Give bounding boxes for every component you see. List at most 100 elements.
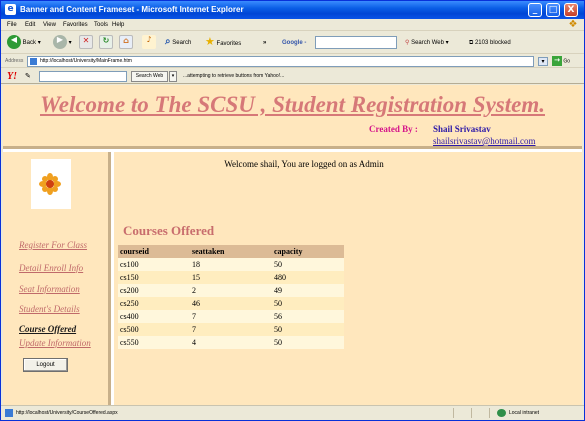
home-icon: ⌂: [119, 35, 133, 50]
address-label: Address: [5, 58, 24, 64]
ie-icon: e: [5, 4, 16, 15]
toolbar-overflow-button[interactable]: »: [263, 35, 266, 51]
table-header-row: courseid seattaken capacity: [118, 245, 344, 258]
menu-tools[interactable]: Tools: [94, 20, 108, 30]
yahoo-logo[interactable]: Y!: [7, 70, 17, 83]
maximize-button[interactable]: □: [546, 3, 560, 17]
cell-courseid: cs250: [118, 297, 190, 310]
search-button[interactable]: ⌕ Search: [165, 35, 191, 51]
table-row: cs500 7 50: [118, 323, 344, 336]
table-row: cs550 4 50: [118, 336, 344, 349]
yahoo-search-dropdown-icon[interactable]: ▾: [169, 71, 177, 82]
column-header-courseid: courseid: [118, 245, 190, 258]
toolbar: ◀ Back ▾ ▶ ▾ ✕ ↻ ⌂ ♪ ⌕ Search ★ Favorite…: [1, 32, 584, 54]
welcome-message: Welcome shail, You are logged on as Admi…: [224, 159, 384, 169]
nav-detail-enroll-info[interactable]: Detail Enroll Info: [19, 263, 107, 273]
nav-frame: Register For Class Detail Enroll Info Se…: [3, 152, 111, 405]
popup-blocker[interactable]: ⧉ 2103 blocked: [469, 35, 511, 51]
table-row: cs250 46 50: [118, 297, 344, 310]
page-status-icon: [5, 409, 13, 417]
table-row: cs400 7 56: [118, 310, 344, 323]
back-button[interactable]: ◀ Back ▾: [7, 35, 41, 51]
popup-blocker-icon: ⧉: [469, 40, 474, 46]
google-search-input[interactable]: [315, 36, 397, 49]
intranet-zone-icon: [497, 409, 506, 417]
table-row: cs200 2 49: [118, 284, 344, 297]
cell-courseid: cs500: [118, 323, 190, 336]
forward-dropdown-icon: ▾: [68, 40, 72, 46]
favorites-label: Favorites: [216, 41, 242, 47]
menu-edit[interactable]: Edit: [25, 20, 35, 30]
nav-seat-information[interactable]: Seat Information: [19, 284, 107, 294]
search-web-dropdown-icon: ▾: [445, 40, 449, 46]
favorites-button[interactable]: ★ Favorites: [205, 35, 241, 51]
back-dropdown-icon: ▾: [37, 40, 41, 46]
author-email-link[interactable]: shailsrivastav@hotmail.com: [433, 136, 536, 147]
address-dropdown-icon[interactable]: ▾: [538, 57, 548, 66]
forward-button[interactable]: ▶ ▾: [53, 35, 72, 51]
status-divider: [489, 408, 490, 418]
home-button[interactable]: ⌂: [119, 35, 133, 51]
pencil-icon[interactable]: ✎: [25, 71, 31, 82]
title-bar: e Banner and Content Frameset - Microsof…: [1, 1, 584, 19]
cell-seattaken: 2: [190, 284, 272, 297]
media-button[interactable]: ♪: [142, 35, 156, 51]
back-arrow-icon: ◀: [7, 35, 21, 50]
logout-button[interactable]: Logout: [23, 358, 68, 372]
menu-view[interactable]: View: [43, 20, 56, 30]
table-row: cs150 15 480: [118, 271, 344, 284]
refresh-button[interactable]: ↻: [99, 35, 113, 51]
menu-help[interactable]: Help: [112, 20, 124, 30]
nav-register-for-class[interactable]: Register For Class: [19, 240, 107, 250]
author-name: Shail Srivastav: [433, 124, 491, 134]
cell-capacity: 56: [272, 310, 344, 323]
status-divider: [471, 408, 472, 418]
go-label: Go: [563, 58, 571, 65]
banner-frame: Welcome to The SCSU , Student Registrati…: [3, 85, 582, 149]
security-zone-label: Local intranet: [509, 410, 540, 416]
nav-course-offered[interactable]: Course Offered: [19, 324, 107, 334]
go-button[interactable]: → Go: [552, 56, 570, 67]
nav-update-information[interactable]: Update Information: [19, 338, 107, 348]
cell-seattaken: 7: [190, 323, 272, 336]
media-icon: ♪: [142, 35, 156, 50]
search-web-label: Search Web: [411, 40, 444, 46]
column-header-capacity: capacity: [272, 245, 344, 258]
cell-capacity: 50: [272, 323, 344, 336]
banner-title: Welcome to The SCSU , Student Registrati…: [40, 92, 545, 117]
status-divider: [453, 408, 454, 418]
flower-logo-icon: [39, 173, 61, 195]
menu-file[interactable]: File: [7, 20, 17, 30]
cell-courseid: cs550: [118, 336, 190, 349]
yahoo-search-input[interactable]: [39, 71, 127, 82]
cell-capacity: 49: [272, 284, 344, 297]
cell-capacity: 480: [272, 271, 344, 284]
cell-capacity: 50: [272, 336, 344, 349]
page-content: Welcome to The SCSU , Student Registrati…: [3, 85, 582, 405]
yahoo-search-button[interactable]: Search Web: [131, 71, 168, 82]
status-bar: http://localhost/University/CourseOffere…: [1, 405, 584, 420]
cell-courseid: cs400: [118, 310, 190, 323]
cell-seattaken: 18: [190, 258, 272, 271]
address-input[interactable]: http://localhost/University/MainFrame.ht…: [27, 56, 534, 67]
created-by-label: Created By :: [369, 124, 418, 134]
cell-capacity: 50: [272, 297, 344, 310]
main-frame: Welcome shail, You are logged on as Admi…: [114, 152, 582, 405]
cell-seattaken: 15: [190, 271, 272, 284]
minimize-button[interactable]: _: [528, 3, 542, 17]
google-toolbar-button[interactable]: Google -: [282, 35, 306, 51]
search-label: Search: [172, 40, 192, 46]
cell-courseid: cs100: [118, 258, 190, 271]
stop-button[interactable]: ✕: [79, 35, 93, 51]
go-arrow-icon: →: [552, 56, 562, 66]
yahoo-toolbar: Y! ✎ Search Web ▾ ...attempting to retri…: [1, 69, 584, 84]
close-button[interactable]: X: [564, 3, 578, 17]
cell-seattaken: 46: [190, 297, 272, 310]
nav-students-details[interactable]: Student's Details: [19, 304, 107, 314]
column-header-seattaken: seattaken: [190, 245, 272, 258]
menu-favorites[interactable]: Favorites: [63, 20, 88, 30]
window-title: Banner and Content Frameset - Microsoft …: [20, 5, 244, 14]
search-icon: ⌕: [165, 36, 171, 47]
search-web-button[interactable]: ⚲ Search Web ▾: [405, 35, 449, 51]
cell-seattaken: 4: [190, 336, 272, 349]
